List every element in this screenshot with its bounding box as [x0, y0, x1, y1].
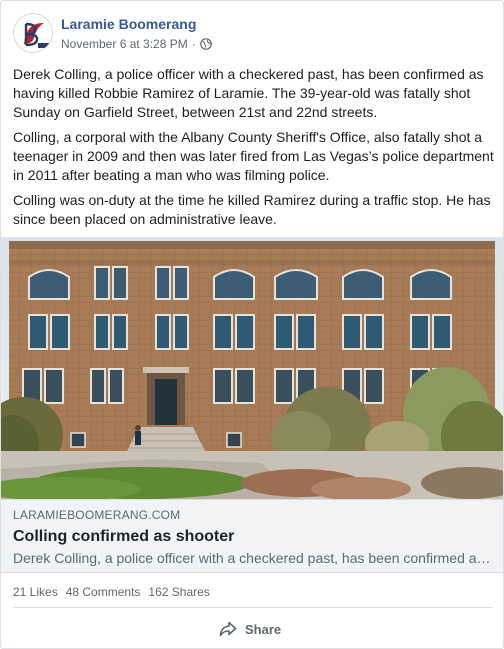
shares-count[interactable]: 162 Shares: [148, 585, 209, 599]
meta-separator: ·: [191, 37, 196, 51]
post-body: Derek Colling, a police officer with a c…: [13, 65, 495, 235]
post-paragraph: Colling was on-duty at the time he kille…: [13, 192, 491, 227]
action-divider: [13, 607, 493, 608]
share-button[interactable]: Share: [219, 615, 281, 643]
building-photo: [1, 237, 503, 499]
globe-icon[interactable]: [199, 38, 212, 50]
engagement-stats: 21 Likes 48 Comments 162 Shares: [13, 585, 210, 599]
post-paragraph: Colling, a corporal with the Albany Coun…: [13, 129, 494, 183]
share-label: Share: [245, 621, 282, 637]
post-card: Laramie Boomerang November 6 at 3:28 PM …: [0, 0, 504, 649]
comments-count[interactable]: 48 Comments: [66, 585, 141, 599]
post-meta: November 6 at 3:28 PM ·: [61, 37, 212, 51]
link-domain: LARAMIEBOOMERANG.COM: [13, 508, 181, 522]
link-description: Derek Colling, a police officer with a c…: [13, 550, 493, 566]
link-preview[interactable]: LARAMIEBOOMERANG.COM Colling confirmed a…: [1, 499, 503, 573]
page-avatar[interactable]: [13, 13, 53, 53]
link-headline[interactable]: Colling confirmed as shooter: [13, 527, 493, 547]
likes-count[interactable]: 21 Likes: [13, 585, 58, 599]
boomerang-logo-icon: [15, 15, 52, 52]
share-arrow-icon: [219, 621, 237, 637]
post-header: Laramie Boomerang November 6 at 3:28 PM …: [13, 13, 493, 57]
page-name-link[interactable]: Laramie Boomerang: [61, 16, 196, 32]
post-paragraph: Derek Colling, a police officer with a c…: [13, 66, 484, 120]
link-preview-image[interactable]: [1, 237, 503, 499]
post-timestamp[interactable]: November 6 at 3:28 PM: [61, 37, 188, 51]
